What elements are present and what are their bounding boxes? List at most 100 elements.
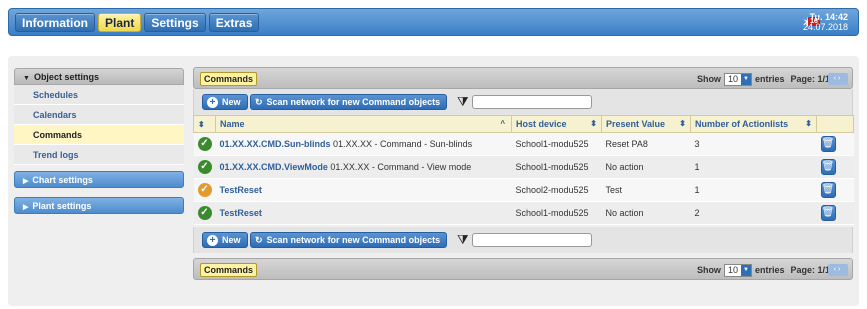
table-row[interactable]: ✓ TestReset School1-modu525 No action 2 … — [193, 201, 854, 225]
new-button[interactable]: + New — [202, 94, 248, 110]
new-button-label: New — [222, 235, 241, 245]
toolbar-bottom: + New ↻ Scan network for new Command objec… — [193, 227, 853, 253]
filter-input[interactable] — [472, 233, 592, 247]
actionlist-count: 3 — [690, 132, 817, 156]
command-name[interactable]: TestReset — [220, 185, 262, 195]
top-bar: Information Plant Settings Extras ✶ 16 T… — [0, 0, 867, 46]
page-nav-arrows[interactable]: ‹› — [828, 73, 848, 85]
scan-button-label: Scan network for new Command objects — [266, 235, 441, 245]
entries-select[interactable]: 10 ▼ — [723, 263, 752, 277]
scan-network-button[interactable]: ↻ Scan network for new Command objects — [250, 94, 448, 110]
sidebar-section-object-settings[interactable]: ▼ Object settings — [14, 68, 184, 85]
commands-panel: Commands Show 10 ▼ entries Page: 1/1 ‹› +… — [193, 67, 854, 293]
time-text: Tu. 14:42 — [809, 12, 848, 22]
sidebar: ▼ Object settings Schedules Calendars Com… — [14, 68, 184, 214]
check-icon: ✓ — [197, 160, 212, 174]
check-icon: ✓ — [197, 206, 212, 220]
column-actionlists-label: Number of Actionlists — [695, 119, 789, 129]
caret-right-icon: ▶ — [23, 204, 29, 211]
sidebar-item-schedules[interactable]: Schedules — [14, 85, 184, 105]
sidebar-section-label: Plant settings — [32, 201, 92, 211]
nav-plant[interactable]: Plant — [98, 13, 142, 32]
check-warning-icon: ✓ — [197, 183, 212, 197]
panel-header-bar: Commands Show 10 ▼ entries Page: 1/1 ‹› — [193, 67, 853, 89]
show-label: Show — [696, 265, 721, 275]
trash-icon[interactable]: 🗑 — [820, 182, 836, 198]
sort-icon[interactable]: ⬍ — [193, 115, 216, 133]
refresh-icon: ↻ — [255, 97, 263, 107]
nav-settings[interactable]: Settings — [144, 13, 206, 32]
table-row[interactable]: ✓ 01.XX.XX.CMD.ViewMode 01.XX.XX - Comma… — [193, 155, 854, 179]
scan-button-label: Scan network for new Command objects — [266, 97, 441, 107]
entries-label: entries — [754, 74, 785, 84]
plus-icon: + — [207, 96, 218, 108]
check-icon: ✓ — [197, 137, 212, 151]
entries-value: 10 — [727, 264, 738, 275]
column-name-label: Name — [220, 119, 245, 129]
host-device: School1-modu525 — [511, 155, 602, 179]
entries-label: entries — [754, 265, 785, 275]
present-value: No action — [601, 155, 691, 179]
sidebar-item-commands[interactable]: Commands — [14, 125, 184, 145]
host-device: School1-modu525 — [511, 132, 602, 156]
toolbar-top: + New ↻ Scan network for new Command objec… — [193, 89, 853, 115]
column-host-label: Host device — [516, 119, 567, 129]
scan-network-button[interactable]: ↻ Scan network for new Command objects — [250, 232, 448, 248]
sidebar-section-plant-settings[interactable]: ▶ Plant settings — [14, 197, 184, 214]
table-row[interactable]: ✓ 01.XX.XX.CMD.Sun-blinds 01.XX.XX - Com… — [193, 132, 854, 156]
trash-icon[interactable]: 🗑 — [820, 205, 836, 221]
column-header-host[interactable]: Host device ⬍ — [511, 115, 602, 133]
present-value: No action — [601, 201, 691, 225]
actionlist-count: 1 — [690, 155, 817, 179]
page-nav-arrows[interactable]: ‹› — [828, 264, 848, 276]
trash-icon[interactable]: 🗑 — [820, 159, 836, 175]
refresh-icon: ↻ — [255, 235, 263, 245]
main-navigation: Information Plant Settings Extras ✶ 16 T… — [8, 8, 859, 36]
sidebar-section-label: Object settings — [33, 72, 99, 82]
caret-right-icon: ▶ — [23, 178, 29, 185]
column-value-label: Present Value — [606, 119, 666, 129]
entries-select[interactable]: 10 ▼ — [723, 72, 752, 86]
filter-input[interactable] — [472, 95, 592, 109]
sidebar-section-label: Chart settings — [32, 175, 93, 185]
pager: Show 10 ▼ entries Page: 1/1 — [697, 263, 830, 277]
host-device: School1-modu525 — [511, 201, 602, 225]
column-header-value[interactable]: Present Value ⬍ — [601, 115, 691, 133]
entries-value: 10 — [727, 73, 738, 84]
show-label: Show — [696, 74, 721, 84]
nav-extras[interactable]: Extras — [208, 13, 260, 32]
sidebar-item-trend-logs[interactable]: Trend logs — [14, 145, 184, 165]
new-button[interactable]: + New — [202, 232, 248, 248]
actionlist-count: 2 — [690, 201, 817, 225]
column-header-actions — [816, 115, 854, 133]
actionlist-count: 1 — [690, 178, 817, 202]
filter-icon[interactable]: ⧩ — [457, 232, 469, 248]
table-row[interactable]: ✓ TestReset School2-modu525 Test 1 🗑 — [193, 178, 854, 202]
chevron-down-icon: ▼ — [740, 73, 751, 85]
sidebar-item-calendars[interactable]: Calendars — [14, 105, 184, 125]
panel-footer-bar: Commands Show 10 ▼ entries Page: 1/1 ‹› — [193, 258, 853, 280]
nav-information[interactable]: Information — [15, 13, 95, 32]
pager: Show 10 ▼ entries Page: 1/1 — [697, 72, 830, 86]
chevron-down-icon: ▼ — [740, 264, 751, 276]
trash-icon[interactable]: 🗑 — [820, 136, 836, 152]
date-text: 24.07.2018 — [802, 22, 848, 32]
command-desc: 01.XX.XX - Command - View mode — [330, 162, 472, 172]
command-name[interactable]: 01.XX.XX.CMD.ViewMode — [220, 162, 328, 172]
page-label: Page: 1/1 — [790, 74, 830, 84]
sort-asc-icon: ^ — [500, 119, 505, 128]
command-name[interactable]: TestReset — [220, 208, 262, 218]
command-desc: 01.XX.XX - Command - Sun-blinds — [333, 139, 473, 149]
new-button-label: New — [222, 97, 241, 107]
panel-title-tag: Commands — [200, 72, 258, 86]
present-value: Test — [601, 178, 691, 202]
sidebar-section-chart-settings[interactable]: ▶ Chart settings — [14, 171, 184, 188]
filter-icon[interactable]: ⧩ — [457, 94, 469, 110]
command-name[interactable]: 01.XX.XX.CMD.Sun-blinds — [220, 139, 331, 149]
panel-title-tag: Commands — [200, 263, 258, 277]
column-header-actionlists[interactable]: Number of Actionlists ⬍ — [690, 115, 817, 133]
column-header-name[interactable]: Name ^ — [215, 115, 512, 133]
datetime: Tu. 14:42 24.07.2018 — [803, 12, 848, 32]
caret-down-icon: ▼ — [23, 75, 30, 82]
host-device: School2-modu525 — [511, 178, 602, 202]
